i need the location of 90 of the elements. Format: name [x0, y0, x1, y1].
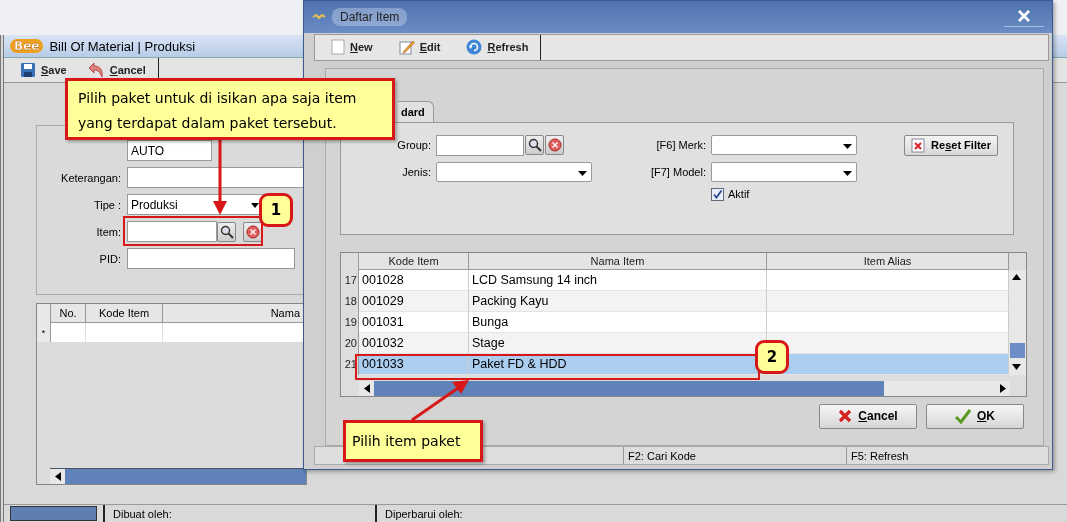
checkbox[interactable]: [711, 187, 724, 201]
field-label: Jenis:: [401, 165, 431, 178]
new-row-marker: *: [37, 323, 51, 342]
search-icon: [219, 224, 234, 239]
status-text: Diperbarui oleh:: [375, 505, 463, 522]
callout-note: Pilih paket untuk di isikan apa saja item yang terdapat dalam paket tersebut.: [65, 78, 395, 140]
clear-icon: [245, 224, 260, 239]
column-header[interactable]: Kode Item: [86, 304, 163, 323]
column-header[interactable]: No.: [51, 304, 86, 323]
column-header[interactable]: Item Alias: [767, 252, 1009, 270]
group-input-field[interactable]: [436, 134, 524, 156]
search-button[interactable]: [217, 221, 236, 242]
table-cell: 001031: [359, 311, 469, 333]
cancel-button[interactable]: Cancel: [84, 61, 148, 79]
field-label: Item:: [95, 225, 121, 238]
refresh-button[interactable]: Refresh: [464, 38, 531, 57]
scroll-thumb[interactable]: [1010, 342, 1025, 358]
table-cell: 001028: [359, 269, 469, 291]
table-cell: LCD Samsung 14 inch: [469, 269, 767, 291]
table-cell: 001032: [359, 332, 469, 354]
table-cell: 001029: [359, 290, 469, 312]
row-number: 20: [341, 332, 359, 354]
undo-arrow-icon: [86, 62, 105, 78]
callout-note: Pilih item paket: [343, 420, 483, 462]
type-dropdown[interactable]: [436, 161, 592, 182]
text-input-field[interactable]: [127, 248, 295, 269]
field-label: Keterangan:: [60, 171, 121, 184]
table-cell: Packing Kayu: [469, 290, 767, 312]
status-text: F5: Refresh: [846, 447, 909, 464]
filter-tab[interactable]: dard: [398, 100, 434, 122]
down-arrow-icon: [1012, 364, 1021, 371]
blank-page-icon: [331, 39, 345, 56]
step-badge: 1: [259, 193, 293, 227]
brand-dropdown[interactable]: [711, 135, 857, 156]
field-label: [F6] Merk:: [655, 139, 706, 152]
search-icon: [527, 138, 542, 153]
horizontal-scrollbar[interactable]: [50, 468, 306, 484]
caret-icon: [843, 144, 852, 150]
status-text: F2: Cari Kode: [623, 447, 846, 464]
row-number: 18: [341, 290, 359, 312]
field-label: Tipe :: [92, 198, 121, 211]
pencil-page-icon: [398, 39, 415, 56]
reset-filter-button[interactable]: Reset Filter: [904, 134, 998, 156]
window-icon: [312, 12, 326, 21]
field-label: Group:: [396, 139, 431, 152]
field-label: [F7] Model:: [649, 165, 706, 178]
table-row[interactable]: 19 001031 Bunga: [341, 311, 1009, 333]
type-dropdown[interactable]: Produksi: [127, 194, 264, 215]
status-text: Dibuat oleh:: [103, 505, 369, 522]
check-icon: [955, 408, 971, 425]
clear-button[interactable]: [545, 135, 564, 156]
clear-icon: [547, 138, 562, 153]
app-logo: Bee: [10, 39, 44, 53]
cross-icon: [838, 409, 853, 424]
row-number: 19: [341, 311, 359, 333]
table-row[interactable]: 18 001029 Packing Kayu: [341, 290, 1009, 312]
vertical-scrollbar[interactable]: [1009, 269, 1026, 375]
up-arrow-icon: [1012, 274, 1021, 281]
dialog-title: Daftar Item: [332, 7, 408, 26]
column-header[interactable]: Nama: [163, 304, 306, 323]
column-header[interactable]: Kode Item: [359, 252, 469, 270]
caret-icon: [578, 170, 587, 176]
left-arrow-icon: [363, 383, 370, 393]
checkbox-label: Aktif: [728, 188, 750, 201]
new-button[interactable]: New: [329, 38, 375, 57]
arrow: [411, 380, 469, 422]
item-input-field[interactable]: [127, 221, 217, 242]
window-title: Bill Of Material | Produksi: [49, 38, 197, 54]
caret-icon: [843, 170, 852, 176]
left-arrow-icon: [54, 472, 61, 481]
save-button[interactable]: Save: [18, 61, 69, 79]
horizontal-scrollbar[interactable]: [359, 380, 1010, 396]
caret-icon: [251, 203, 259, 208]
search-button[interactable]: [525, 135, 544, 156]
page-x-icon: [911, 137, 926, 153]
cancel-button[interactable]: Cancel: [819, 403, 917, 429]
column-header[interactable]: Nama Item: [469, 252, 767, 270]
close-icon: [1018, 10, 1030, 23]
edit-button[interactable]: Edit: [396, 38, 443, 57]
model-dropdown[interactable]: [711, 161, 857, 182]
right-arrow-icon: [999, 383, 1006, 393]
code-field[interactable]: AUTO: [127, 140, 212, 161]
field-label: PID:: [98, 252, 121, 265]
step-badge: 2: [755, 340, 789, 374]
table-row[interactable]: 17 001028 LCD Samsung 14 inch: [341, 269, 1009, 291]
clear-button[interactable]: [243, 221, 262, 242]
table-cell: Bunga: [469, 311, 767, 333]
refresh-icon: [466, 39, 483, 56]
ok-button[interactable]: OK: [926, 403, 1024, 429]
row-number: 17: [341, 269, 359, 291]
